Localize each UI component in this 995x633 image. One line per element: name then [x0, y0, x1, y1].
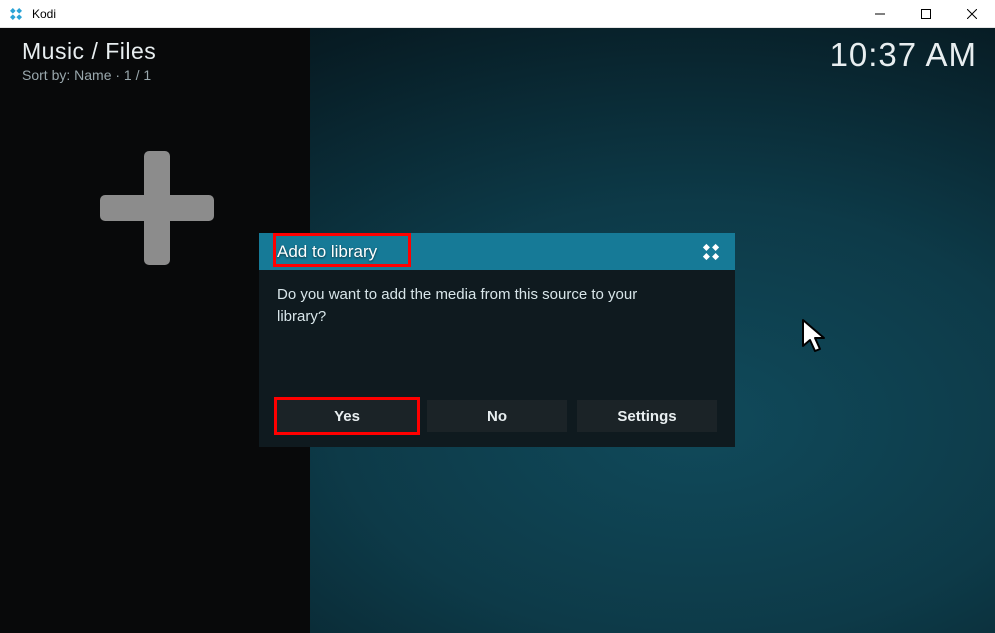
breadcrumb: Music / Files	[22, 38, 156, 65]
add-source-tile[interactable]	[100, 151, 214, 265]
window-titlebar: Kodi	[0, 0, 995, 28]
dialog-titlebar: Add to library	[259, 233, 735, 270]
dialog-button-row: Yes No Settings	[277, 400, 717, 432]
clock: 10:37 AM	[830, 36, 977, 74]
settings-button[interactable]: Settings	[577, 400, 717, 432]
header-area: Music / Files Sort by: Name · 1 / 1	[22, 38, 156, 83]
kodi-icon	[8, 6, 24, 22]
minimize-button[interactable]	[857, 0, 903, 28]
cursor-icon	[801, 318, 829, 361]
sort-indicator: Sort by: Name · 1 / 1	[22, 67, 156, 83]
add-to-library-dialog: Add to library Do you want to add the me…	[259, 233, 735, 447]
app-client: Music / Files Sort by: Name · 1 / 1 10:3…	[0, 28, 995, 633]
dialog-title: Add to library	[268, 238, 386, 266]
close-button[interactable]	[949, 0, 995, 28]
dialog-body: Do you want to add the media from this s…	[259, 270, 735, 447]
kodi-icon	[700, 241, 722, 268]
maximize-button[interactable]	[903, 0, 949, 28]
yes-button[interactable]: Yes	[277, 400, 417, 432]
dialog-message: Do you want to add the media from this s…	[277, 284, 687, 328]
window-title: Kodi	[32, 7, 56, 21]
plus-icon	[100, 151, 214, 265]
no-button[interactable]: No	[427, 400, 567, 432]
